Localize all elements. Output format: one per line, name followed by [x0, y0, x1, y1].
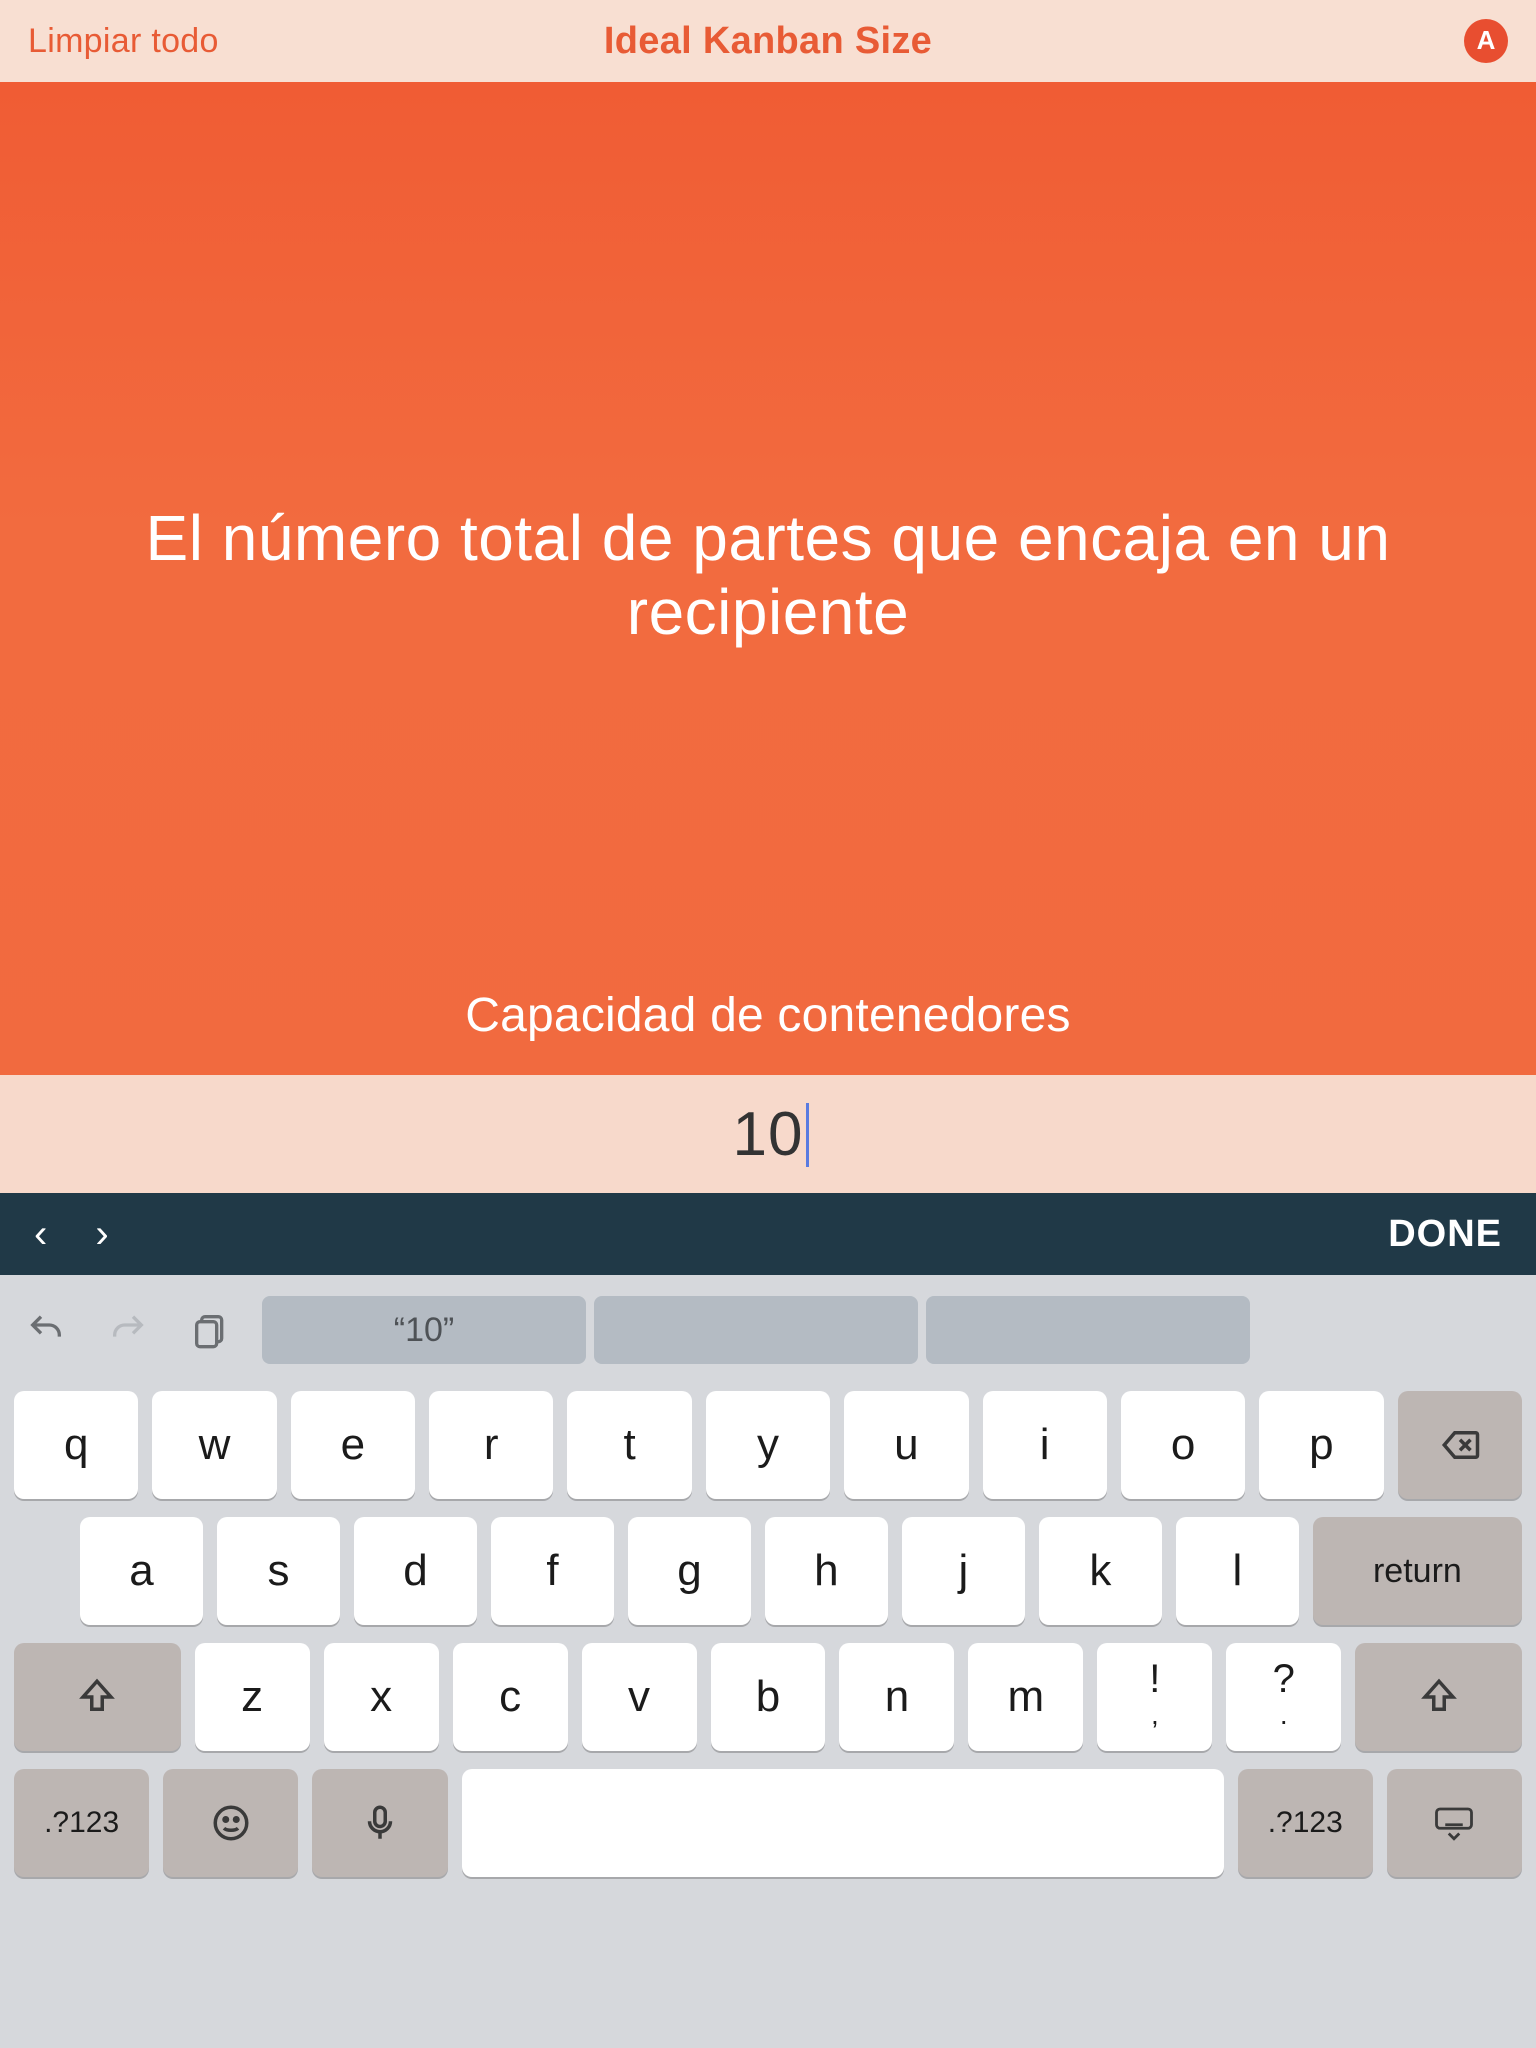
navbar-right: A — [1464, 19, 1508, 63]
key-v[interactable]: v — [582, 1643, 697, 1751]
suggestion-1[interactable]: “10” — [262, 1296, 586, 1364]
prompt-text: El número total de partes que encaja en … — [0, 502, 1536, 649]
shift-key-right[interactable] — [1355, 1643, 1522, 1751]
virtual-keyboard: “10” q w e r t y u i o p a s — [0, 1275, 1536, 2048]
key-i[interactable]: i — [983, 1391, 1107, 1499]
key-g[interactable]: g — [628, 1517, 751, 1625]
key-p[interactable]: p — [1259, 1391, 1383, 1499]
key-k[interactable]: k — [1039, 1517, 1162, 1625]
keyboard-accessory-bar: ‹ › DONE — [0, 1193, 1536, 1275]
dictation-key[interactable] — [312, 1769, 447, 1877]
key-exclaim-top: ! — [1149, 1657, 1160, 1702]
key-b[interactable]: b — [711, 1643, 826, 1751]
key-t[interactable]: t — [567, 1391, 691, 1499]
key-d[interactable]: d — [354, 1517, 477, 1625]
key-o[interactable]: o — [1121, 1391, 1245, 1499]
input-value: 10 — [733, 1099, 804, 1170]
backspace-key[interactable] — [1398, 1391, 1522, 1499]
undo-button[interactable] — [10, 1310, 82, 1350]
emoji-key[interactable] — [163, 1769, 298, 1877]
key-e[interactable]: e — [291, 1391, 415, 1499]
key-u[interactable]: u — [844, 1391, 968, 1499]
next-field-button[interactable]: › — [95, 1214, 108, 1254]
done-button[interactable]: DONE — [1388, 1213, 1502, 1256]
key-n[interactable]: n — [839, 1643, 954, 1751]
key-question-top: ? — [1273, 1657, 1295, 1702]
key-x[interactable]: x — [324, 1643, 439, 1751]
shift-key-left[interactable] — [14, 1643, 181, 1751]
key-y[interactable]: y — [706, 1391, 830, 1499]
key-m[interactable]: m — [968, 1643, 1083, 1751]
mode-key-left[interactable]: .?123 — [14, 1769, 149, 1877]
brand-badge[interactable]: A — [1464, 19, 1508, 63]
key-f[interactable]: f — [491, 1517, 614, 1625]
return-key[interactable]: return — [1313, 1517, 1522, 1625]
key-l[interactable]: l — [1176, 1517, 1299, 1625]
keyboard-rows: q w e r t y u i o p a s d f g h j k l — [10, 1391, 1526, 1877]
key-c[interactable]: c — [453, 1643, 568, 1751]
main-panel: El número total de partes que encaja en … — [0, 82, 1536, 1193]
key-z[interactable]: z — [195, 1643, 310, 1751]
redo-button[interactable] — [92, 1310, 164, 1350]
mode-key-right[interactable]: .?123 — [1238, 1769, 1373, 1877]
key-comma-sub: , — [1151, 1699, 1159, 1731]
key-h[interactable]: h — [765, 1517, 888, 1625]
key-exclaim-comma[interactable]: ! , — [1097, 1643, 1212, 1751]
key-j[interactable]: j — [902, 1517, 1025, 1625]
brand-badge-letter: A — [1477, 25, 1496, 56]
space-key[interactable] — [462, 1769, 1224, 1877]
input-label: Capacidad de contenedores — [0, 988, 1536, 1043]
suggestion-3[interactable] — [926, 1296, 1250, 1364]
suggestion-2[interactable] — [594, 1296, 918, 1364]
key-w[interactable]: w — [152, 1391, 276, 1499]
input-value-text: 10 — [733, 1100, 804, 1169]
keyboard-row-3: z x c v b n m ! , ? . — [10, 1643, 1526, 1751]
key-question-period[interactable]: ? . — [1226, 1643, 1341, 1751]
key-a[interactable]: a — [80, 1517, 203, 1625]
row2-left-spacer — [14, 1517, 66, 1625]
keyboard-row-4: .?123 .?123 — [10, 1769, 1526, 1877]
clear-all-button[interactable]: Limpiar todo — [28, 22, 219, 61]
clipboard-button[interactable] — [174, 1310, 246, 1350]
text-caret — [806, 1103, 809, 1167]
hide-keyboard-key[interactable] — [1387, 1769, 1522, 1877]
prev-field-button[interactable]: ‹ — [34, 1214, 47, 1254]
keyboard-toolbar: “10” — [10, 1289, 1526, 1371]
key-period-sub: . — [1280, 1699, 1288, 1731]
navbar: Limpiar todo Ideal Kanban Size A — [0, 0, 1536, 82]
suggestion-bar: “10” — [262, 1296, 1250, 1364]
accessory-nav: ‹ › — [34, 1214, 109, 1254]
page-title: Ideal Kanban Size — [604, 20, 932, 63]
key-s[interactable]: s — [217, 1517, 340, 1625]
key-r[interactable]: r — [429, 1391, 553, 1499]
keyboard-row-1: q w e r t y u i o p — [10, 1391, 1526, 1499]
key-q[interactable]: q — [14, 1391, 138, 1499]
container-capacity-input[interactable]: 10 — [0, 1075, 1536, 1193]
keyboard-row-2: a s d f g h j k l return — [10, 1517, 1526, 1625]
